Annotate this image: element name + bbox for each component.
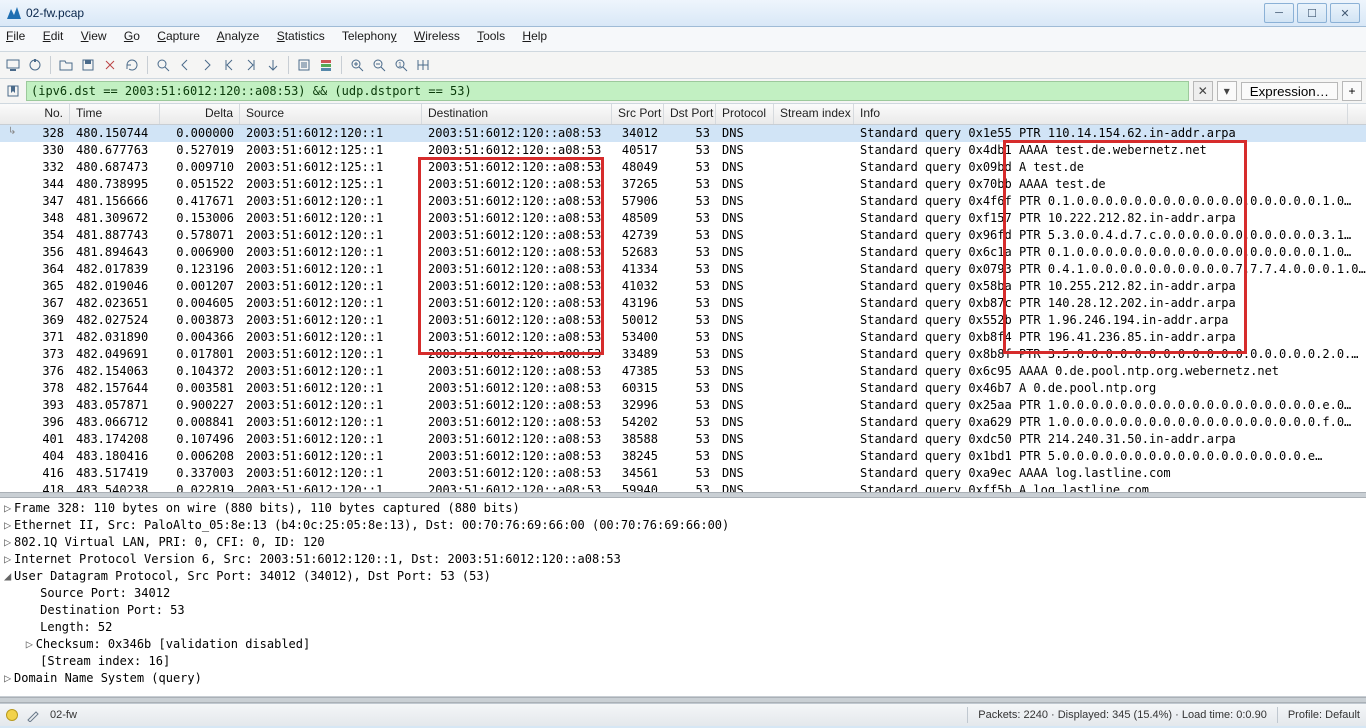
packet-row[interactable]: 347481.1566660.4176712003:51:6012:120::1… xyxy=(0,193,1366,210)
detail-eth[interactable]: ▷Ethernet II, Src: PaloAlto_05:8e:13 (b4… xyxy=(4,517,1362,534)
close-button[interactable]: ✕ xyxy=(1330,3,1360,23)
prev-icon[interactable] xyxy=(176,56,194,74)
goto-last-icon[interactable] xyxy=(242,56,260,74)
packet-row[interactable]: 396483.0667120.0088412003:51:6012:120::1… xyxy=(0,414,1366,431)
detail-dns[interactable]: ▷Domain Name System (query) xyxy=(4,670,1362,687)
find-icon[interactable] xyxy=(154,56,172,74)
colorize-icon[interactable] xyxy=(317,56,335,74)
interfaces-icon[interactable] xyxy=(4,56,22,74)
detail-ipv6[interactable]: ▷Internet Protocol Version 6, Src: 2003:… xyxy=(4,551,1362,568)
packet-row[interactable]: 371482.0318900.0043662003:51:6012:120::1… xyxy=(0,329,1366,346)
minimize-button[interactable]: ─ xyxy=(1264,3,1294,23)
open-icon[interactable] xyxy=(57,56,75,74)
packet-row[interactable]: 330480.6777630.5270192003:51:6012:125::1… xyxy=(0,142,1366,159)
col-srcport[interactable]: Src Port xyxy=(612,104,664,124)
packet-row[interactable]: 348481.3096720.1530062003:51:6012:120::1… xyxy=(0,210,1366,227)
menu-go[interactable]: Go xyxy=(124,29,140,43)
wireshark-icon xyxy=(6,5,22,21)
detail-vlan[interactable]: ▷802.1Q Virtual LAN, PRI: 0, CFI: 0, ID:… xyxy=(4,534,1362,551)
add-filter-button[interactable]: + xyxy=(1342,81,1362,101)
capture-comment-icon[interactable] xyxy=(26,708,40,722)
packet-rows[interactable]: 328480.1507440.0000002003:51:6012:120::1… xyxy=(0,125,1366,492)
toolbar: 1 xyxy=(0,52,1366,79)
packet-row[interactable]: 344480.7389950.0515222003:51:6012:125::1… xyxy=(0,176,1366,193)
packet-row[interactable]: 401483.1742080.1074962003:51:6012:120::1… xyxy=(0,431,1366,448)
autoscroll-icon[interactable] xyxy=(295,56,313,74)
menu-edit[interactable]: Edit xyxy=(43,29,64,43)
display-filter-input[interactable] xyxy=(26,81,1189,101)
packet-row[interactable]: 367482.0236510.0046052003:51:6012:120::1… xyxy=(0,295,1366,312)
filterbar: ✕ ▾ Expression… + xyxy=(0,79,1366,104)
col-protocol[interactable]: Protocol xyxy=(716,104,774,124)
detail-udp-srcport[interactable]: Source Port: 34012 xyxy=(4,585,1362,602)
menu-wireless[interactable]: Wireless xyxy=(414,29,460,43)
clear-filter-button[interactable]: ✕ xyxy=(1193,81,1213,101)
menu-help[interactable]: Help xyxy=(522,29,547,43)
detail-udp-stream[interactable]: [Stream index: 16] xyxy=(4,653,1362,670)
detail-udp-length[interactable]: Length: 52 xyxy=(4,619,1362,636)
goto-packet-icon[interactable] xyxy=(264,56,282,74)
col-destination[interactable]: Destination xyxy=(422,104,612,124)
col-info[interactable]: Info xyxy=(854,104,1348,124)
detail-frame[interactable]: ▷Frame 328: 110 bytes on wire (880 bits)… xyxy=(4,500,1362,517)
goto-first-icon[interactable] xyxy=(220,56,238,74)
packet-row[interactable]: 376482.1540630.1043722003:51:6012:120::1… xyxy=(0,363,1366,380)
window-title: 02-fw.pcap xyxy=(26,6,1264,20)
packet-row[interactable]: 418483.5402380.0228192003:51:6012:120::1… xyxy=(0,482,1366,492)
menu-telephony[interactable]: Telephony xyxy=(342,29,397,43)
menu-view[interactable]: View xyxy=(81,29,107,43)
statusbar: 02-fw Packets: 2240 · Displayed: 345 (15… xyxy=(0,703,1366,726)
capture-options-icon[interactable] xyxy=(26,56,44,74)
status-packets: Packets: 2240 · Displayed: 345 (15.4%) ·… xyxy=(978,709,1267,721)
titlebar: 02-fw.pcap ─ ☐ ✕ xyxy=(0,0,1366,27)
maximize-button[interactable]: ☐ xyxy=(1297,3,1327,23)
close-file-icon[interactable] xyxy=(101,56,119,74)
packet-row[interactable]: 328480.1507440.0000002003:51:6012:120::1… xyxy=(0,125,1366,142)
bookmark-filter-icon[interactable] xyxy=(4,82,22,100)
menu-tools[interactable]: Tools xyxy=(477,29,505,43)
packet-row[interactable]: 416483.5174190.3370032003:51:6012:120::1… xyxy=(0,465,1366,482)
save-icon[interactable] xyxy=(79,56,97,74)
zoom-out-icon[interactable] xyxy=(370,56,388,74)
menu-capture[interactable]: Capture xyxy=(157,29,200,43)
svg-text:1: 1 xyxy=(398,62,402,69)
zoom-in-icon[interactable] xyxy=(348,56,366,74)
status-filename: 02-fw xyxy=(50,709,77,721)
packet-row[interactable]: 364482.0178390.1231962003:51:6012:120::1… xyxy=(0,261,1366,278)
packet-row[interactable]: 365482.0190460.0012072003:51:6012:120::1… xyxy=(0,278,1366,295)
reload-icon[interactable] xyxy=(123,56,141,74)
expert-info-led-icon[interactable] xyxy=(6,709,18,721)
packet-row[interactable]: 378482.1576440.0035812003:51:6012:120::1… xyxy=(0,380,1366,397)
next-icon[interactable] xyxy=(198,56,216,74)
detail-udp-checksum[interactable]: ▷Checksum: 0x346b [validation disabled] xyxy=(4,636,1362,653)
packet-row[interactable]: 354481.8877430.5780712003:51:6012:120::1… xyxy=(0,227,1366,244)
col-dstport[interactable]: Dst Port xyxy=(664,104,716,124)
menubar: File Edit View Go Capture Analyze Statis… xyxy=(0,27,1366,52)
menu-file[interactable]: File xyxy=(6,29,25,43)
zoom-reset-icon[interactable]: 1 xyxy=(392,56,410,74)
packet-list-header[interactable]: No. Time Delta Source Destination Src Po… xyxy=(0,104,1366,125)
menu-statistics[interactable]: Statistics xyxy=(277,29,325,43)
packet-row[interactable]: 393483.0578710.9002272003:51:6012:120::1… xyxy=(0,397,1366,414)
packet-row[interactable]: 332480.6874730.0097102003:51:6012:125::1… xyxy=(0,159,1366,176)
goto-arrow-icon: ↳ xyxy=(8,126,16,137)
packet-list-pane: ↳ No. Time Delta Source Destination Src … xyxy=(0,104,1366,492)
packet-row[interactable]: 373482.0496910.0178012003:51:6012:120::1… xyxy=(0,346,1366,363)
detail-udp[interactable]: ◢User Datagram Protocol, Src Port: 34012… xyxy=(4,568,1362,585)
packet-row[interactable]: 369482.0275240.0038732003:51:6012:120::1… xyxy=(0,312,1366,329)
status-profile[interactable]: Profile: Default xyxy=(1288,709,1360,721)
packet-row[interactable]: 356481.8946430.0069002003:51:6012:120::1… xyxy=(0,244,1366,261)
col-no[interactable]: No. xyxy=(0,104,70,124)
col-time[interactable]: Time xyxy=(70,104,160,124)
menu-analyze[interactable]: Analyze xyxy=(217,29,260,43)
expression-button[interactable]: Expression… xyxy=(1241,82,1338,100)
filter-dropdown-button[interactable]: ▾ xyxy=(1217,81,1237,101)
col-stream[interactable]: Stream index xyxy=(774,104,854,124)
packet-details-pane[interactable]: ▷Frame 328: 110 bytes on wire (880 bits)… xyxy=(0,498,1366,697)
resize-columns-icon[interactable] xyxy=(414,56,432,74)
packet-row[interactable]: 404483.1804160.0062082003:51:6012:120::1… xyxy=(0,448,1366,465)
col-delta[interactable]: Delta xyxy=(160,104,240,124)
col-source[interactable]: Source xyxy=(240,104,422,124)
detail-udp-dstport[interactable]: Destination Port: 53 xyxy=(4,602,1362,619)
